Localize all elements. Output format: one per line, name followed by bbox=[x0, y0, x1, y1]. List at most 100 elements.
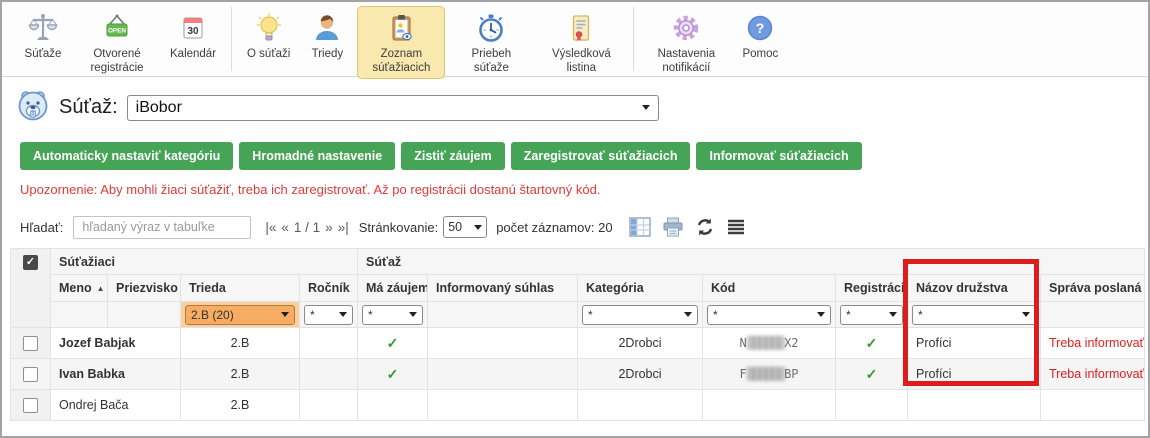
clipboard-eye-icon bbox=[384, 11, 418, 45]
cell-trieda: 2.B bbox=[181, 328, 300, 359]
competition-label: Súťaž: bbox=[59, 96, 118, 119]
filter-kategoria-cell: * bbox=[578, 302, 703, 328]
column-header-rocnik[interactable]: Ročník bbox=[300, 275, 358, 302]
filter-rocnik-select[interactable]: * bbox=[304, 305, 353, 325]
column-header-registracia[interactable]: Registrácia bbox=[836, 275, 908, 302]
toolbar-item-label: Triedy bbox=[312, 48, 344, 62]
toolbar-item-kalendar[interactable]: 30 Kalendár bbox=[163, 6, 223, 66]
pager-current-page: 1 / 1 bbox=[294, 220, 320, 235]
column-header-priezvisko[interactable]: Priezvisko▲ bbox=[108, 275, 181, 302]
stopwatch-icon bbox=[474, 11, 508, 45]
top-toolbar: Súťaže OPEN Otvorené registrácie 30 bbox=[2, 2, 1148, 77]
cell-ma-zaujem bbox=[358, 390, 428, 421]
pager-first-button[interactable]: |« bbox=[265, 220, 276, 235]
pagination: |« « 1 / 1 » »| bbox=[265, 220, 348, 235]
select-all-checkbox[interactable]: ✓ bbox=[23, 255, 38, 270]
warning-text: Upozornenie: Aby mohli žiaci súťažiť, tr… bbox=[20, 182, 600, 197]
inform-participants-button[interactable]: Informovať súťažiacich bbox=[696, 142, 861, 170]
column-header-ma-zaujem[interactable]: Má záujem bbox=[358, 275, 428, 302]
cell-rocnik bbox=[300, 328, 358, 359]
columns-icon[interactable] bbox=[629, 216, 651, 238]
table-row: Ondrej Bača 2.B bbox=[11, 390, 1145, 421]
toolbar-item-label: O súťaži bbox=[247, 48, 290, 62]
check-interest-button[interactable]: Zistiť záujem bbox=[401, 142, 505, 170]
certificate-icon bbox=[564, 11, 598, 45]
competition-row: Súťaž: iBobor bbox=[16, 88, 659, 127]
calendar-icon: 30 bbox=[176, 11, 210, 45]
toolbar-item-triedy[interactable]: Triedy bbox=[299, 6, 355, 66]
toolbar-item-pomoc[interactable]: ? Pomoc bbox=[732, 6, 788, 66]
cell-kod: N▒▒▒▒▒▒X2 bbox=[703, 328, 836, 359]
cell-kategoria: 2Drobci bbox=[578, 359, 703, 390]
toolbar-item-nastavenia-notifikacii[interactable]: Nastavenia notifikácií bbox=[642, 6, 730, 79]
filter-trieda-select[interactable]: 2.B (20) bbox=[185, 305, 295, 325]
cell-kategoria: 2Drobci bbox=[578, 328, 703, 359]
toolbar-separator bbox=[633, 7, 634, 71]
column-header-kod[interactable]: Kód bbox=[703, 275, 836, 302]
column-header-nazov-druzstva[interactable]: Názov družstva bbox=[908, 275, 1041, 302]
cell-druzstvo bbox=[908, 390, 1041, 421]
open-sign-text: OPEN bbox=[108, 28, 126, 35]
print-icon[interactable] bbox=[662, 216, 684, 238]
search-label: Hľadať: bbox=[20, 220, 63, 235]
column-header-kategoria[interactable]: Kategória bbox=[578, 275, 703, 302]
toolbar-item-otvorene-registracie[interactable]: OPEN Otvorené registrácie bbox=[73, 6, 161, 79]
masked-code: ▒▒▒▒▒▒ bbox=[747, 367, 784, 381]
toolbar-item-sutaze[interactable]: Súťaže bbox=[15, 6, 71, 66]
column-header-trieda[interactable]: Trieda bbox=[181, 275, 300, 302]
column-header-sprava-poslana[interactable]: Správa poslaná bbox=[1041, 275, 1145, 302]
toolbar-item-o-sutazi[interactable]: O súťaži bbox=[240, 6, 297, 66]
auto-category-button[interactable]: Automaticky nastaviť kategóriu bbox=[20, 142, 233, 170]
row-checkbox[interactable] bbox=[23, 367, 38, 382]
cell-sprava: Treba informovať! bbox=[1041, 359, 1145, 390]
cell-rocnik bbox=[300, 390, 358, 421]
register-participants-button[interactable]: Zaregistrovať súťažiacich bbox=[511, 142, 691, 170]
filter-registracia-select[interactable]: * bbox=[840, 305, 903, 325]
cell-suhlas bbox=[428, 359, 578, 390]
toolbar-item-priebeh-sutaze[interactable]: Priebeh súťaže bbox=[447, 6, 535, 79]
pager-next-button[interactable]: » bbox=[325, 220, 333, 235]
cell-suhlas bbox=[428, 328, 578, 359]
filter-priezvisko-cell bbox=[108, 302, 181, 328]
scales-icon bbox=[26, 11, 60, 45]
filter-druzstvo-cell: * bbox=[908, 302, 1041, 328]
toolbar-item-label: Priebeh súťaže bbox=[454, 48, 528, 75]
calendar-day-text: 30 bbox=[187, 26, 199, 37]
filter-rocnik-cell: * bbox=[300, 302, 358, 328]
refresh-icon[interactable] bbox=[695, 217, 715, 237]
cell-name: Jozef Babjak bbox=[51, 328, 181, 359]
toolbar-item-vysledkova-listina[interactable]: Výsledková listina bbox=[537, 6, 625, 79]
bulk-settings-button[interactable]: Hromadné nastavenie bbox=[239, 142, 395, 170]
list-icon[interactable] bbox=[726, 217, 746, 237]
filter-kategoria-select[interactable]: * bbox=[582, 305, 698, 325]
row-checkbox[interactable] bbox=[23, 336, 38, 351]
row-checkbox[interactable] bbox=[23, 398, 38, 413]
table-row: Ivan Babka 2.B ✓ 2Drobci F▒▒▒▒▒▒BP ✓ Pro… bbox=[11, 359, 1145, 390]
competition-select[interactable]: iBobor bbox=[127, 95, 659, 121]
chevron-down-icon bbox=[281, 312, 289, 317]
pager-prev-button[interactable]: « bbox=[281, 220, 289, 235]
filter-ma-zaujem-select[interactable]: * bbox=[362, 305, 423, 325]
filter-ma-zaujem-cell: * bbox=[358, 302, 428, 328]
actions-row: Automaticky nastaviť kategóriu Hromadné … bbox=[20, 142, 862, 170]
cell-kod: F▒▒▒▒▒▒BP bbox=[703, 359, 836, 390]
cell-sprava: Treba informovať! bbox=[1041, 328, 1145, 359]
filter-sprava-cell bbox=[1041, 302, 1145, 328]
page-size-select[interactable]: 50 bbox=[443, 216, 487, 238]
cell-rocnik bbox=[300, 359, 358, 390]
toolbar-item-zoznam-sutaziacich[interactable]: Zoznam súťažiacich bbox=[357, 6, 445, 79]
chevron-down-icon bbox=[339, 312, 347, 317]
column-header-informovany-suhlas[interactable]: Informovaný súhlas bbox=[428, 275, 578, 302]
table-tools bbox=[629, 216, 746, 238]
filter-kod-select[interactable]: * bbox=[707, 305, 831, 325]
column-header-meno[interactable]: Meno▲ bbox=[51, 275, 108, 302]
filter-druzstvo-select[interactable]: * bbox=[912, 305, 1036, 325]
pager-last-button[interactable]: »| bbox=[338, 220, 349, 235]
search-input[interactable] bbox=[73, 216, 251, 239]
cell-kod bbox=[703, 390, 836, 421]
participants-table: ✓ Súťažiaci Súťaž Meno▲ Priezvisko▲ Trie… bbox=[10, 248, 1145, 421]
cell-trieda: 2.B bbox=[181, 359, 300, 390]
beaver-icon bbox=[16, 88, 50, 127]
toolbar-item-label: Otvorené registrácie bbox=[80, 48, 154, 75]
person-icon bbox=[310, 11, 344, 45]
